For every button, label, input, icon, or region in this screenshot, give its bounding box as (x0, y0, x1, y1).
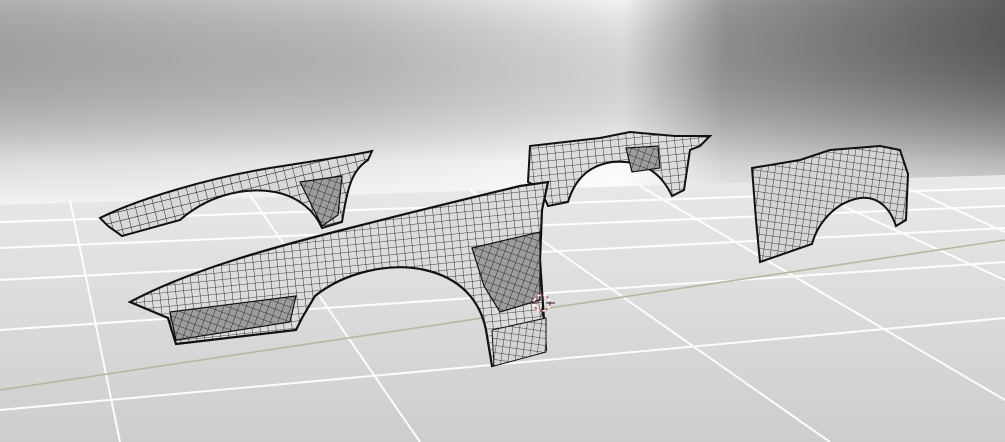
3d-viewport[interactable] (0, 0, 1005, 442)
viewport-canvas[interactable] (0, 0, 1005, 442)
